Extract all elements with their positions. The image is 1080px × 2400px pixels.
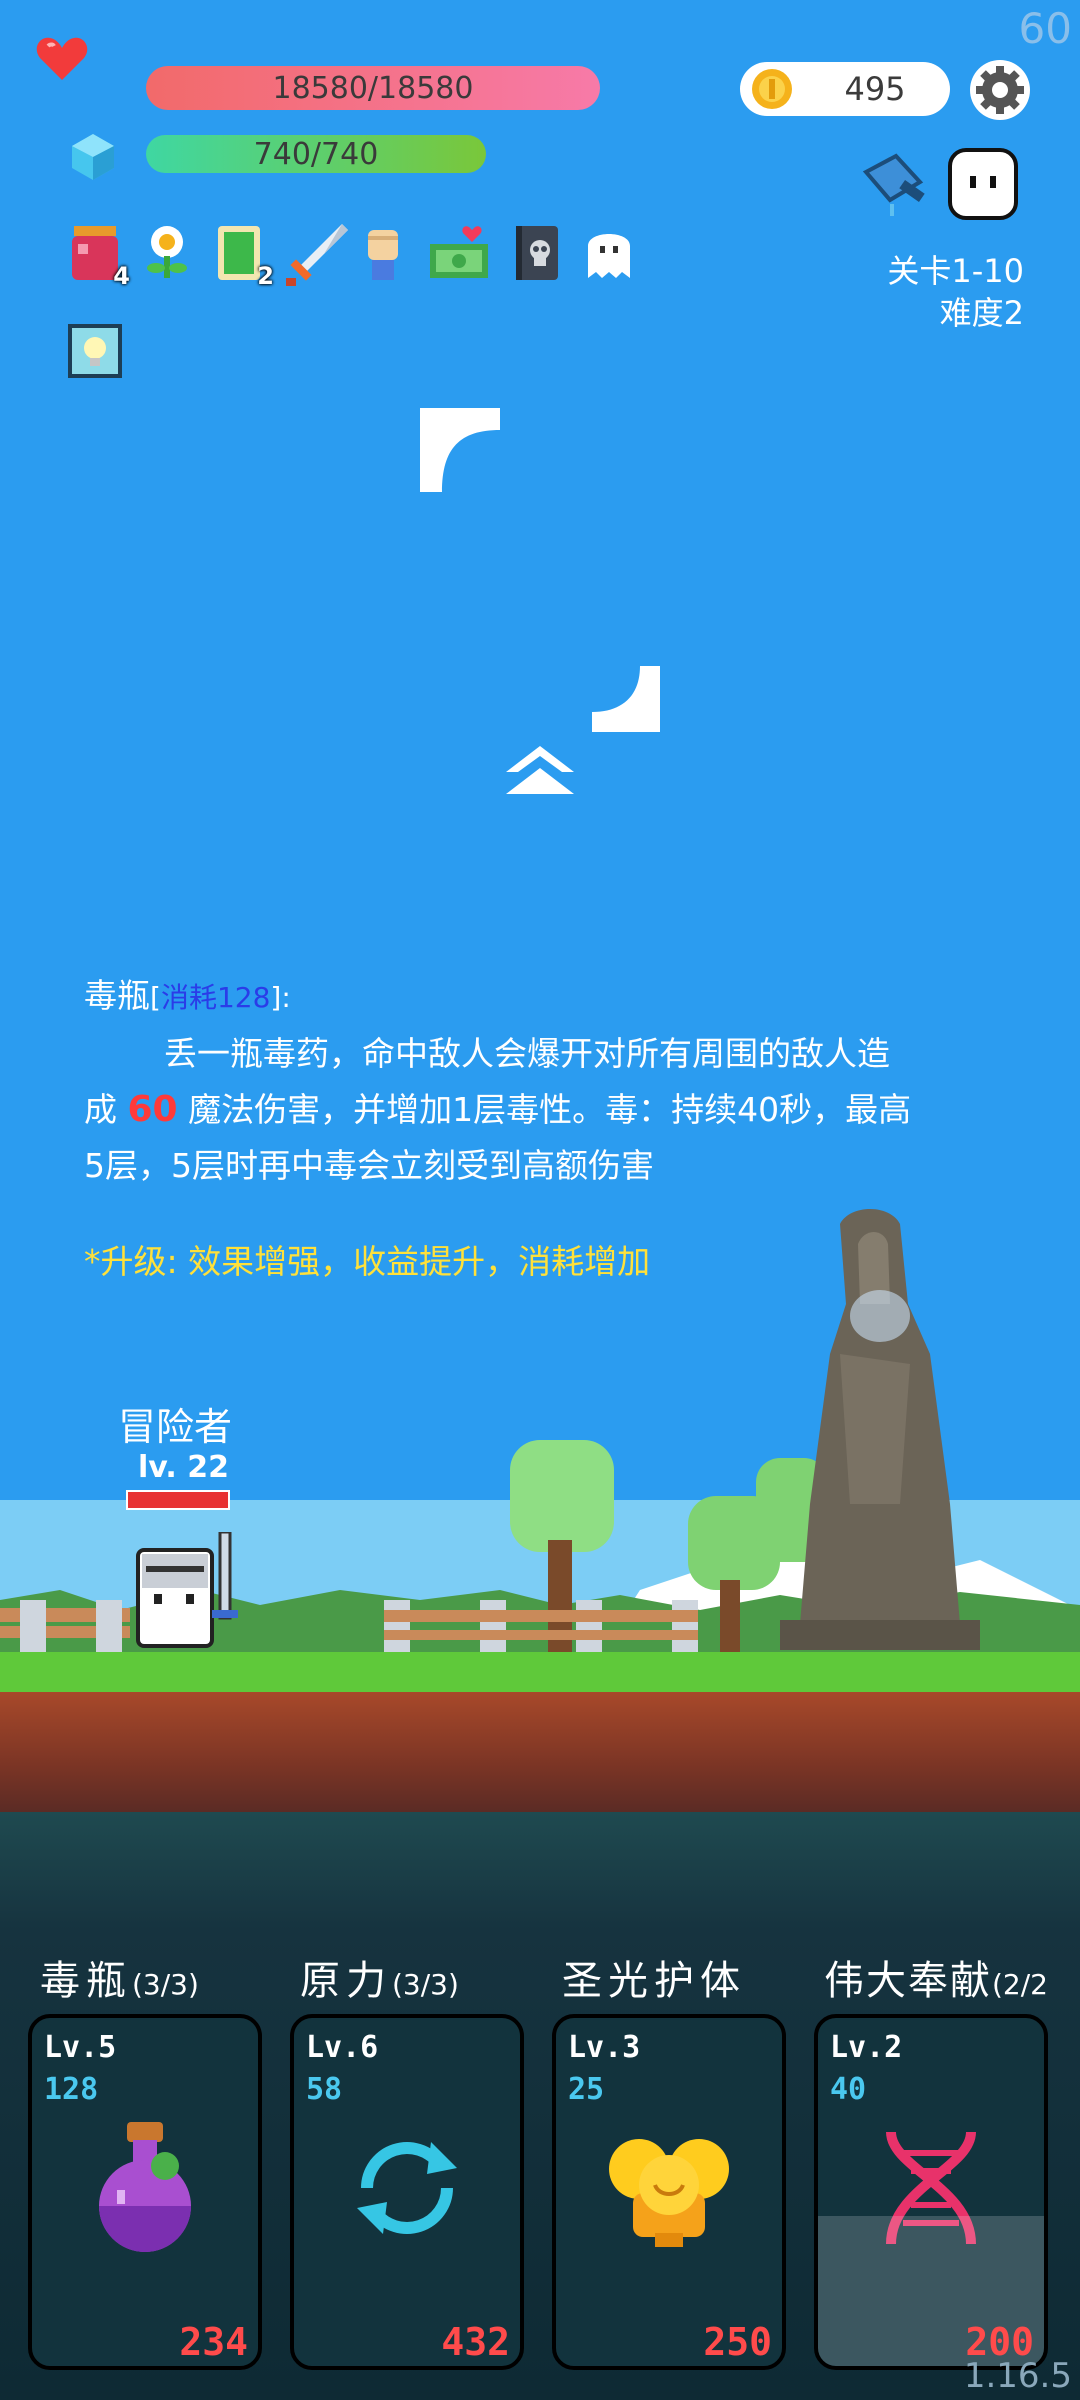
green-card-icon[interactable]: 2 — [212, 222, 274, 290]
skill-upgrade-price: 234 — [179, 2320, 248, 2364]
goddess-statue — [780, 1209, 980, 1650]
skill-card-poison-flask[interactable]: Lv.5 128 234 — [28, 2014, 262, 2370]
skill-level: Lv.3 — [568, 2030, 641, 2065]
skill-desc-line2-post: 魔法伤害，并增加1层毒性。毒：持续40秒，最高 — [177, 1090, 912, 1129]
mp-text: 740/740 — [253, 136, 379, 172]
skill-title-1: 毒瓶(3/3) — [40, 1948, 199, 2006]
skill-desc-line3: 5层，5层时再中毒会立刻受到高额伤害 — [84, 1146, 654, 1185]
skill-card-holy-light[interactable]: Lv.3 25 250 — [552, 2014, 786, 2370]
skill-name: 伟大奉献 — [824, 1958, 992, 2004]
skill-desc-header: 毒瓶[消耗128]: — [84, 968, 1004, 1026]
aim-reticle-top-left — [420, 408, 500, 492]
skill-mana-cost: 128 — [44, 2072, 99, 2107]
item-bar: 4 2 — [68, 222, 636, 290]
heart-icon — [36, 37, 88, 80]
gold-amount: 495 — [844, 70, 906, 108]
stage-difficulty: 难度2 — [939, 294, 1024, 332]
ground-grass — [0, 1652, 1080, 1692]
skill-level: Lv.5 — [44, 2030, 117, 2065]
skill-desc-cost-close: ]: — [270, 981, 291, 1014]
skull-book-icon[interactable] — [510, 222, 564, 284]
hp-bar: 18580/18580 — [146, 66, 600, 110]
hero-name: 冒险者 — [118, 1405, 233, 1449]
mana-crystal-icon — [72, 134, 114, 180]
skill-desc-damage: 60 — [127, 1089, 178, 1130]
skill-mana-cost: 58 — [306, 2072, 343, 2107]
skill-title-3: 圣光护体 — [562, 1948, 746, 2006]
stage-level: 关卡1-10 — [887, 252, 1024, 290]
hero-level: lv. 22 — [138, 1450, 229, 1485]
cash-heart-icon[interactable] — [428, 222, 492, 284]
skill-name: 毒瓶 — [40, 1958, 132, 2004]
ground-dirt — [0, 1692, 1080, 1812]
skill-card-force[interactable]: Lv.6 58 432 — [290, 2014, 524, 2370]
skill-desc-body: 丢一瓶毒药，命中敌人会爆开对所有周围的敌人造 成 60 魔法伤害，并增加1层毒性… — [84, 1026, 1004, 1194]
skill-title-4: 伟大奉献(2/2 — [824, 1948, 1048, 2006]
skill-title-2: 原力(3/3) — [300, 1948, 459, 2006]
golden-angel-icon — [609, 2139, 729, 2247]
fps-counter: 60 — [1018, 4, 1072, 53]
drill-tool-icon[interactable] — [860, 146, 940, 218]
flower-icon[interactable] — [140, 222, 194, 284]
item-count: 4 — [113, 262, 130, 290]
item-count: 2 — [257, 262, 274, 290]
ghost-companion-icon[interactable] — [946, 146, 1020, 222]
gear-icon[interactable] — [968, 58, 1032, 122]
fist-icon[interactable] — [356, 222, 410, 284]
stage-info: 关卡1-10 难度2 — [887, 250, 1024, 334]
dna-icon — [886, 2131, 976, 2245]
jam-jar-icon[interactable]: 4 — [68, 222, 130, 290]
skill-upgrade-price: 200 — [965, 2320, 1034, 2364]
skill-card-great-devotion[interactable]: Lv.2 40 200 — [814, 2014, 1048, 2370]
hp-text: 18580/18580 — [272, 70, 474, 106]
skill-upgrade-price: 432 — [441, 2320, 510, 2364]
skill-count: (3/3) — [132, 1968, 199, 2001]
sword-icon[interactable] — [284, 222, 348, 286]
double-chevron-up-icon — [506, 746, 574, 794]
skill-level: Lv.6 — [306, 2030, 379, 2065]
lightbulb-buff-icon[interactable] — [68, 324, 122, 378]
skill-name: 原力 — [300, 1958, 392, 2004]
refresh-cycle-icon — [357, 2142, 457, 2234]
skill-count: (3/3) — [392, 1968, 459, 2001]
hero-hp-fill — [128, 1492, 228, 1508]
hero-hp-bar — [126, 1490, 230, 1510]
aim-reticle-bottom-right — [592, 666, 660, 732]
gold-coin-icon — [752, 69, 792, 109]
skill-desc-name: 毒瓶 — [84, 976, 150, 1015]
skill-upgrade-price: 250 — [703, 2320, 772, 2364]
skill-level: Lv.2 — [830, 2030, 903, 2065]
skill-desc-line1: 丢一瓶毒药，命中敌人会爆开对所有周围的敌人造 — [164, 1034, 890, 1073]
skill-mana-cost: 25 — [568, 2072, 605, 2107]
skill-desc-cost-open: [ — [150, 981, 161, 1014]
knight-hero[interactable] — [128, 1532, 244, 1650]
skill-desc-cost: 消耗128 — [160, 981, 271, 1014]
poison-flask-icon — [99, 2122, 191, 2252]
ghost-icon[interactable] — [582, 222, 636, 284]
gold-counter: 495 — [740, 62, 950, 116]
skill-name: 圣光护体 — [562, 1958, 746, 2004]
skill-count: (2/2 — [992, 1968, 1048, 2001]
skill-mana-cost: 40 — [830, 2072, 867, 2107]
mp-bar: 740/740 — [146, 135, 486, 173]
skill-desc-line2-pre: 成 — [84, 1090, 128, 1129]
